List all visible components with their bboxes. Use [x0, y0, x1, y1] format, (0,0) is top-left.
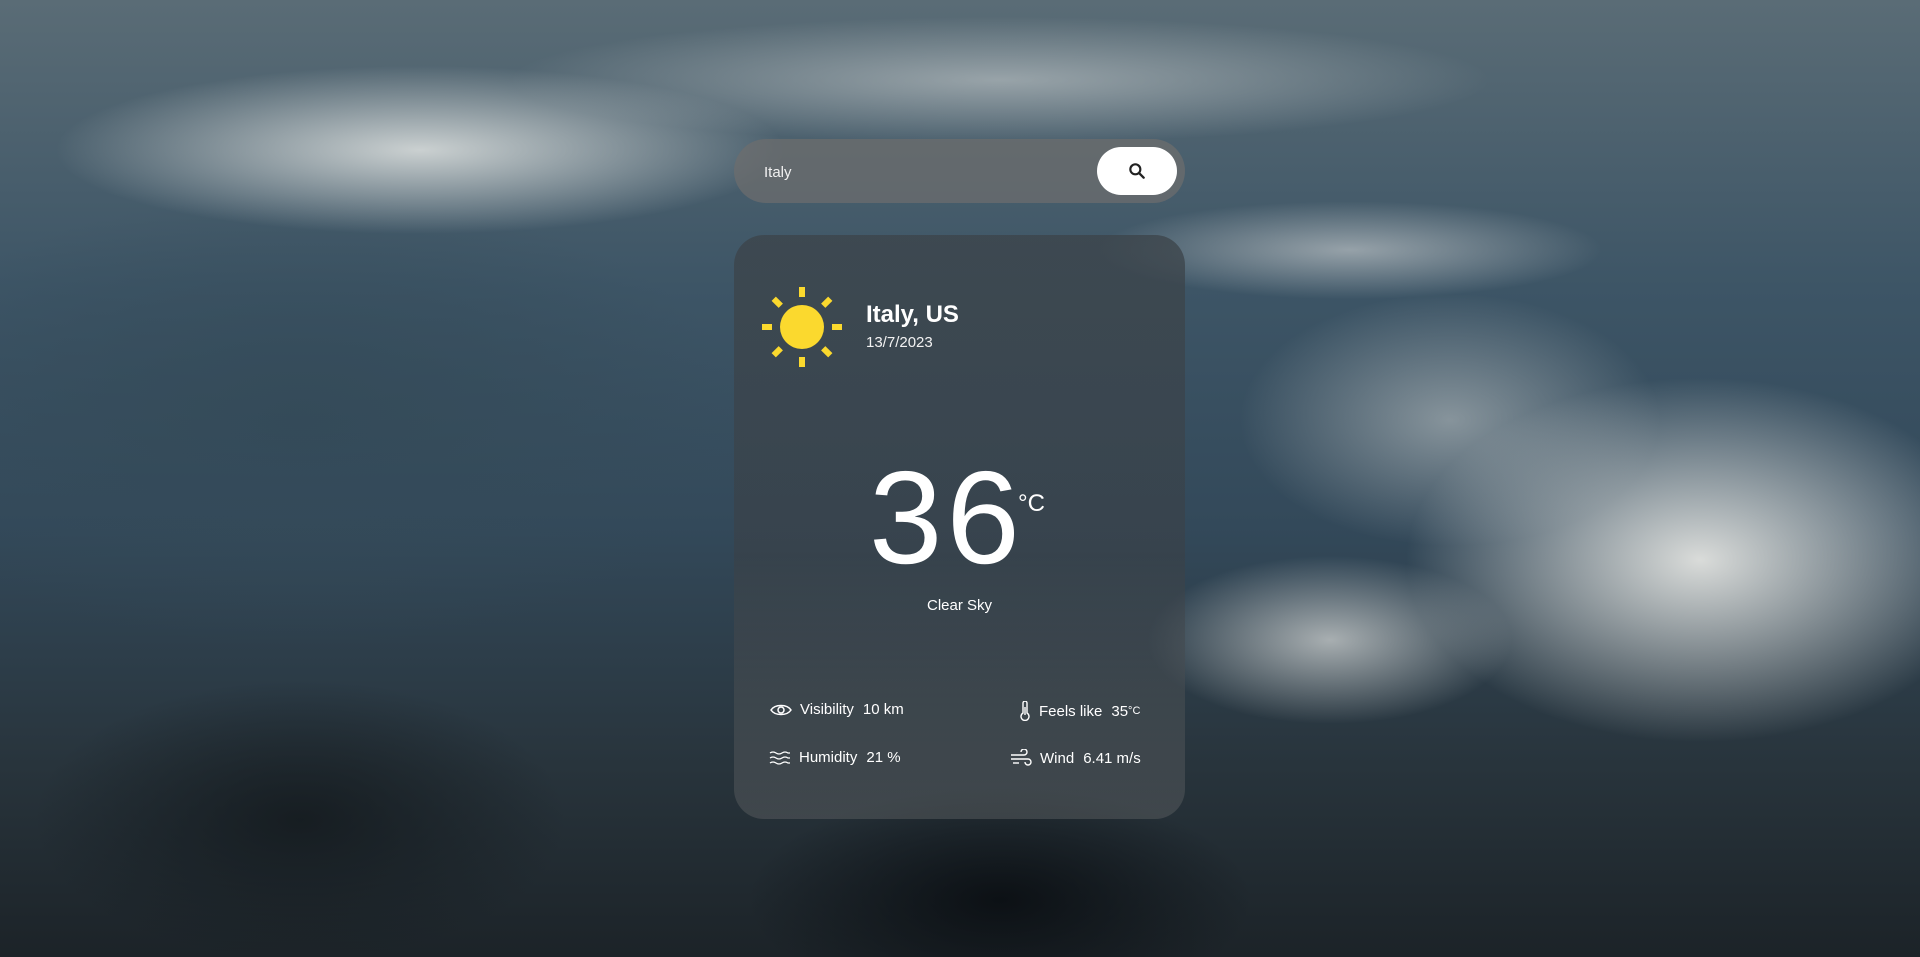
feels-like-stat: Feels like 35 °C [1019, 701, 1140, 721]
wind-value: 6.41 m/s [1083, 749, 1141, 767]
search-button[interactable] [1097, 147, 1177, 195]
feels-like-unit: °C [1128, 705, 1141, 717]
temperature-value: 36 [869, 444, 1024, 591]
eye-icon [770, 704, 792, 715]
temperature-unit: °C [1018, 490, 1045, 517]
search-bar [734, 139, 1185, 203]
humidity-value: 21 % [866, 749, 901, 766]
location-name: Italy, US [866, 301, 959, 328]
search-icon [1129, 163, 1145, 179]
thermometer-icon [1020, 701, 1030, 721]
feels-like-label: Feels like [1039, 702, 1103, 720]
humidity-label: Humidity [799, 749, 858, 766]
sun-icon [762, 287, 842, 367]
wind-stat: Wind 6.41 m/s [1010, 749, 1141, 767]
humidity-stat: Humidity 21 % [769, 749, 901, 766]
temperature-block: 36 °C [734, 444, 1185, 591]
weather-date: 13/7/2023 [866, 334, 933, 351]
wind-icon [1011, 749, 1032, 766]
visibility-value: 10 km [862, 701, 904, 718]
visibility-stat: Visibility 10 km [770, 701, 904, 718]
feels-like-value: 35 [1111, 702, 1129, 720]
waves-icon [769, 750, 790, 765]
visibility-label: Visibility [800, 701, 854, 718]
weather-condition: Clear Sky [926, 597, 993, 614]
weather-card: Italy, US 13/7/2023 36 °C Clear Sky Visi… [734, 235, 1185, 819]
wind-label: Wind [1040, 749, 1075, 767]
search-input[interactable] [762, 155, 1106, 189]
